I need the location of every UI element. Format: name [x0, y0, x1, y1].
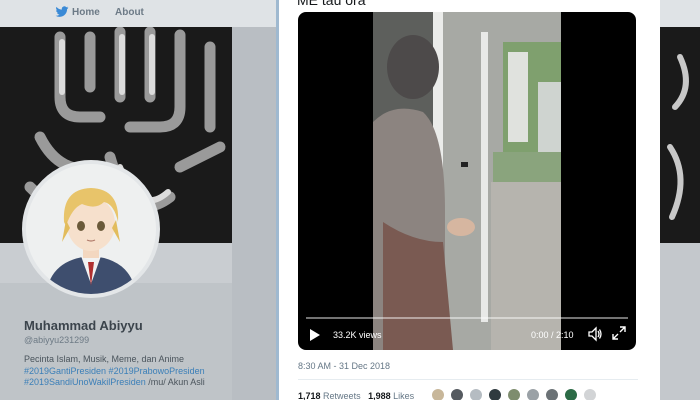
like-count[interactable]: 1,988: [368, 391, 391, 400]
twitter-bird-icon: [55, 6, 69, 17]
video-player[interactable]: 33.2K views 0:00 / 2:10: [298, 12, 636, 350]
right-banner-edge: [660, 27, 700, 243]
retweet-count[interactable]: 1,718: [298, 391, 321, 400]
retweet-label[interactable]: Retweets: [323, 391, 361, 400]
nav-home-link[interactable]: Home: [55, 6, 100, 18]
liker-avatar[interactable]: [507, 388, 521, 400]
fullscreen-icon[interactable]: [612, 326, 626, 340]
liker-avatar[interactable]: [545, 388, 559, 400]
profile-bio: Pecinta Islam, Musik, Meme, dan Anime #2…: [24, 354, 229, 389]
play-icon[interactable]: [309, 328, 321, 342]
video-still-image: [373, 12, 561, 350]
video-view-count: 33.2K views: [333, 330, 382, 340]
liker-avatar[interactable]: [564, 388, 578, 400]
liker-avatar[interactable]: [450, 388, 464, 400]
liker-avatar[interactable]: [488, 388, 502, 400]
volume-icon[interactable]: [587, 326, 603, 342]
bio-tail: /mu/ Akun Asli: [145, 377, 205, 387]
video-time: 0:00 / 2:10: [531, 330, 574, 340]
nav-home-label: Home: [72, 6, 100, 18]
profile-handle: @abiyyu231299: [24, 335, 90, 345]
bio-hashtags[interactable]: #2019GantiPresiden #2019PrabowoPresiden: [24, 366, 229, 378]
tweet-stats: 1,718 Retweets 1,988 Likes: [298, 391, 414, 400]
bio-hashtag[interactable]: #2019SandiUnoWakilPresiden: [24, 377, 146, 387]
tweet-timestamp[interactable]: 8:30 AM - 31 Dec 2018: [298, 361, 390, 371]
divider: [298, 379, 638, 380]
profile-name: Muhammad Abiyyu: [24, 318, 143, 333]
nav-about-link[interactable]: About: [115, 7, 144, 18]
profile-avatar[interactable]: [22, 160, 160, 298]
right-sidebar: [660, 243, 700, 400]
tweet-card: ME tau ora 33.2K views 0:00 / 2:10 8:30 …: [276, 0, 660, 400]
bio-line: Pecinta Islam, Musik, Meme, dan Anime: [24, 354, 185, 364]
liker-avatar[interactable]: [583, 388, 597, 400]
tweet-text: ME tau ora: [297, 0, 366, 8]
liker-avatar[interactable]: [469, 388, 483, 400]
liker-avatar[interactable]: [526, 388, 540, 400]
calligraphy-fragment-image: [667, 54, 689, 220]
like-label[interactable]: Likes: [393, 391, 414, 400]
video-progress-bar[interactable]: [306, 317, 628, 319]
video-frame: [373, 12, 561, 350]
liker-avatar[interactable]: [431, 388, 445, 400]
anime-avatar-image: [26, 164, 156, 294]
